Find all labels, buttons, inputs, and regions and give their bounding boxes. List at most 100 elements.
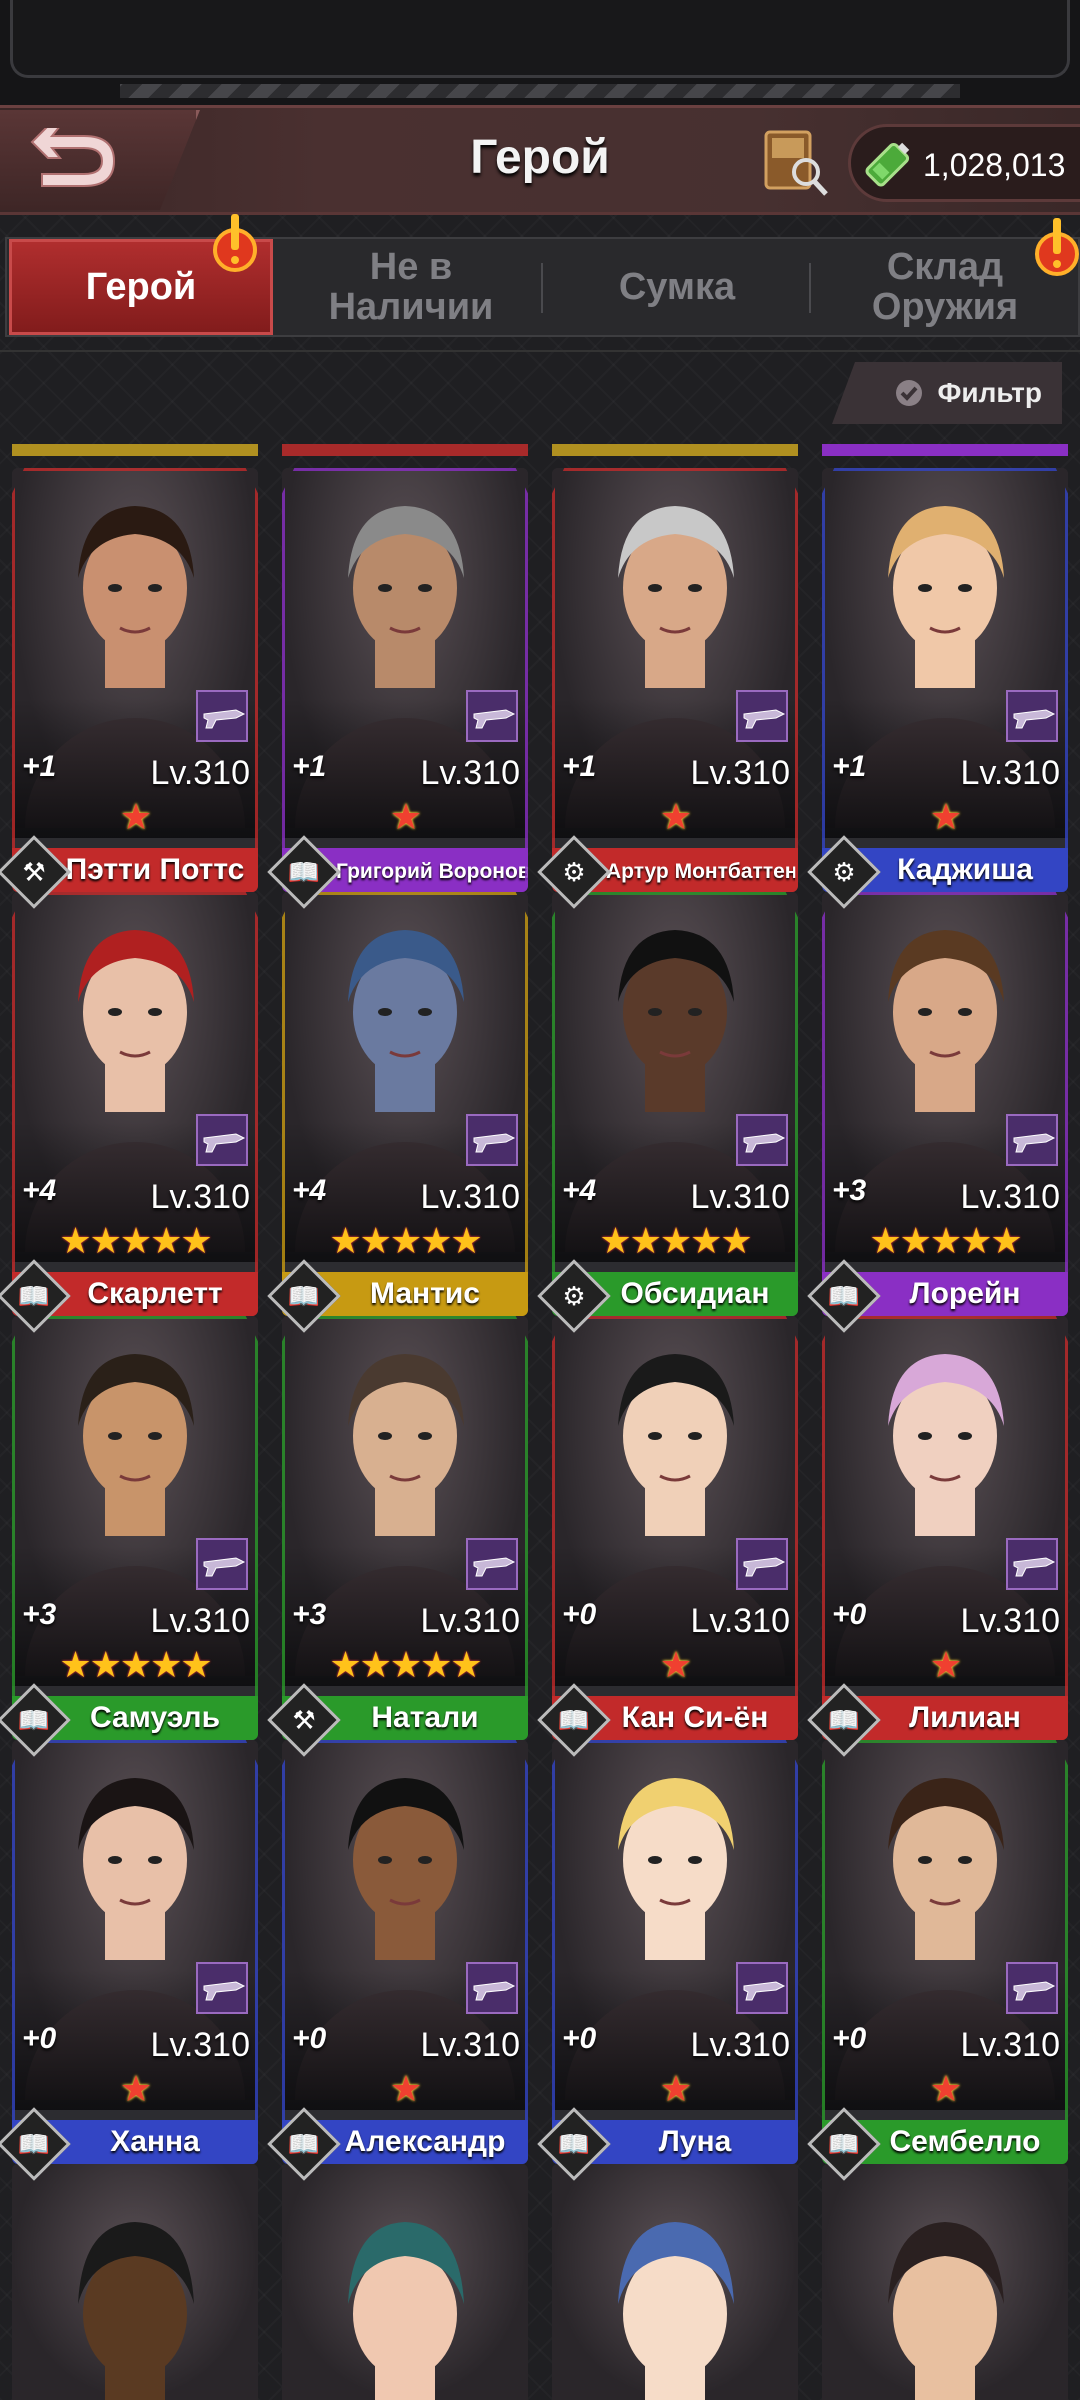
tab-not-available[interactable]: Не в Наличии: [279, 239, 543, 335]
weapon-icon: [736, 1114, 788, 1166]
hero-plus-level: +0: [22, 2022, 57, 2055]
filter-button[interactable]: Фильтр: [832, 362, 1062, 424]
alert-icon: [213, 214, 257, 272]
hero-card[interactable]: +0 Lv.310 ★ Сембелло 📖: [807, 1740, 1068, 2181]
weapon-icon: [196, 1114, 248, 1166]
book-icon: 📖: [827, 2128, 861, 2159]
battery-icon: [865, 142, 910, 187]
hero-level: Lv.310: [150, 2026, 250, 2064]
prev-row-edge: [12, 444, 258, 456]
hero-stars: ★★★★★: [329, 1644, 482, 1685]
hero-card[interactable]: [282, 2164, 528, 2400]
hero-card-frame: +4 Lv.310 ★★★★★ Скарлетт: [12, 892, 258, 1316]
hero-name: Натали: [371, 1701, 479, 1734]
hero-card-frame: +3 Lv.310 ★★★★★ Самуэль: [12, 1316, 258, 1740]
hero-card[interactable]: +1 Lv.310 ★ Григорий Воронов 📖: [267, 468, 528, 909]
hero-plus-level: +0: [832, 1598, 867, 1631]
hero-screen: { "header": {"title": "Герой", "currency…: [0, 0, 1080, 2400]
hero-card[interactable]: +3 Lv.310 ★★★★★ Самуэль 📖: [0, 1316, 258, 1757]
hero-plus-level: +0: [562, 1598, 597, 1631]
hero-guide-icon[interactable]: [758, 126, 832, 200]
hero-card-frame: +0 Lv.310 ★ Александр: [282, 1740, 528, 2164]
weapon-icon: [1006, 1114, 1058, 1166]
hero-name: Лорейн: [909, 1277, 1021, 1310]
hero-card[interactable]: +1 Lv.310 ★ Артур Монтбаттен ⚙: [537, 468, 798, 909]
book-icon: 📖: [17, 1704, 51, 1735]
hero-name: Обсидиан: [620, 1277, 770, 1310]
hero-card-frame: +1 Lv.310 ★ Пэтти Поттс: [12, 468, 258, 892]
tab-hero-label: Герой: [85, 266, 197, 308]
hero-card[interactable]: +4 Lv.310 ★★★★★ Скарлетт 📖: [0, 892, 258, 1333]
hero-card[interactable]: +3 Lv.310 ★★★★★ Натали ⚒: [267, 1316, 528, 1757]
hero-card[interactable]: [552, 2164, 798, 2400]
hero-name: Лилиан: [909, 1701, 1021, 1734]
tab-weapon-storage-label: Склад Оружия: [871, 246, 1019, 328]
hero-stars: ★★★★★: [869, 1220, 1022, 1261]
tab-divider: [541, 263, 543, 313]
hero-card[interactable]: +0 Lv.310 ★ Лилиан 📖: [807, 1316, 1068, 1757]
hero-stars: ★: [119, 796, 152, 837]
hero-portrait: [888, 2222, 1004, 2400]
hero-stars: ★★★★★: [59, 1220, 212, 1261]
hero-level: Lv.310: [420, 2026, 520, 2064]
hero-plus-level: +4: [562, 1174, 597, 1207]
hero-plus-level: +4: [292, 1174, 327, 1207]
hero-card[interactable]: +0 Lv.310 ★ Ханна 📖: [0, 1740, 258, 2181]
hero-stars: ★: [929, 796, 962, 837]
weapon-icon: [736, 1962, 788, 2014]
hero-card-frame: +4 Lv.310 ★★★★★ Обсидиан: [552, 892, 798, 1316]
hero-stars: ★: [929, 1644, 962, 1685]
prev-row-edge: [282, 444, 528, 456]
hero-card[interactable]: [12, 2164, 258, 2400]
weapon-icon: [1006, 1962, 1058, 2014]
hero-card[interactable]: [822, 2164, 1068, 2400]
hero-card-frame: +0 Lv.310 ★ Луна: [552, 1740, 798, 2164]
hero-plus-level: +1: [562, 750, 597, 783]
bike-icon: ⚙: [832, 856, 856, 887]
hero-level: Lv.310: [690, 1178, 790, 1216]
book-icon: 📖: [17, 1280, 51, 1311]
hero-plus-level: +1: [22, 750, 57, 783]
hero-card[interactable]: +0 Lv.310 ★ Александр 📖: [267, 1740, 528, 2181]
hero-card[interactable]: +4 Lv.310 ★★★★★ Обсидиан ⚙: [537, 892, 798, 1333]
hero-portrait: [78, 2222, 194, 2400]
hero-level: Lv.310: [150, 1602, 250, 1640]
hero-level: Lv.310: [960, 2026, 1060, 2064]
weapon-icon: [466, 1114, 518, 1166]
hero-card[interactable]: +1 Lv.310 ★ Пэтти Поттс ⚒: [0, 468, 258, 909]
tab-bag[interactable]: Сумка: [545, 239, 809, 335]
hero-card[interactable]: +0 Lv.310 ★ Луна 📖: [537, 1740, 798, 2181]
weapon-icon: [1006, 690, 1058, 742]
hero-card[interactable]: +3 Lv.310 ★★★★★ Лорейн 📖: [807, 892, 1068, 1333]
hero-stars: ★: [929, 2068, 962, 2109]
book-icon: 📖: [557, 2128, 591, 2159]
currency-value: 1,028,013: [923, 147, 1066, 183]
hero-card-frame: +0 Lv.310 ★ Лилиан: [822, 1316, 1068, 1740]
bike-icon: ⚙: [562, 856, 586, 887]
hero-stars: ★: [119, 2068, 152, 2109]
hero-stars: ★: [659, 796, 692, 837]
hero-name: Ханна: [110, 2125, 200, 2158]
hero-card[interactable]: +1 Lv.310 ★ Каджиша ⚙: [807, 468, 1068, 909]
tab-divider: [809, 263, 811, 313]
hero-level: Lv.310: [420, 1178, 520, 1216]
hero-plus-level: +3: [292, 1598, 327, 1631]
hero-stars: ★: [389, 796, 422, 837]
hero-level: Lv.310: [960, 754, 1060, 792]
hero-name: Григорий Воронов: [336, 860, 528, 883]
hero-card[interactable]: +4 Lv.310 ★★★★★ Мантис 📖: [267, 892, 528, 1333]
hero-name: Александр: [344, 2125, 506, 2158]
header-bar: Герой 1,028,013: [0, 105, 1080, 215]
hero-card-frame: +1 Lv.310 ★ Артур Монтбаттен: [552, 468, 798, 892]
book-icon: 📖: [287, 2128, 321, 2159]
axe-icon: ⚒: [22, 856, 46, 887]
hero-card[interactable]: +0 Lv.310 ★ Кан Си-ён 📖: [537, 1316, 798, 1757]
hero-name: Артур Монтбаттен: [606, 860, 798, 883]
hero-plus-level: +0: [562, 2022, 597, 2055]
weapon-icon: [466, 1538, 518, 1590]
hero-stars: ★: [659, 1644, 692, 1685]
hero-card-frame: +1 Lv.310 ★ Каджиша: [822, 468, 1068, 892]
hazard-stripe: [120, 84, 960, 98]
book-icon: 📖: [287, 856, 321, 887]
weapon-icon: [1006, 1538, 1058, 1590]
